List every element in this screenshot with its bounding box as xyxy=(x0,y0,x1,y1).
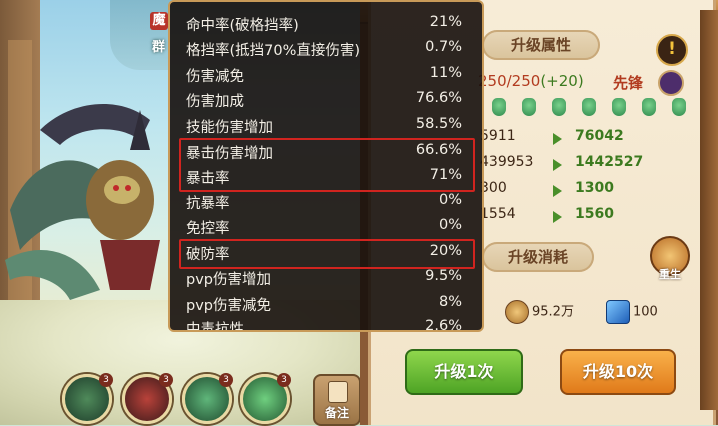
tooltip-value: 2.6% xyxy=(425,318,462,332)
cost-coin-value: 95.2万 xyxy=(532,304,574,320)
attribute-tooltip: 命中率(破格挡率) 21% 格挡率(抵挡70%直接伤害) 0.7% 伤害减免 1… xyxy=(168,0,484,332)
gem-icon xyxy=(672,98,686,116)
tooltip-row: 格挡率(抵挡70%直接伤害) 0.7% xyxy=(184,39,466,61)
arrow-right-icon xyxy=(553,159,562,171)
stat-old-value: 1554 xyxy=(480,206,516,222)
tooltip-label: 伤害减免 xyxy=(186,69,244,85)
arrow-right-icon xyxy=(553,211,562,223)
gem-icon xyxy=(582,98,596,116)
cost-crystal: 100 xyxy=(606,300,658,324)
armor-break-highlight-box xyxy=(179,239,475,269)
tooltip-value: 8% xyxy=(438,294,462,310)
tooltip-row: 伤害加成 76.6% xyxy=(184,90,466,112)
stat-row: 5911 76042 xyxy=(470,128,700,150)
skill-slot-1[interactable]: 3 xyxy=(62,373,113,424)
hero-title-tag: 魔 群 xyxy=(112,6,168,56)
hero-monster-figure xyxy=(5,103,160,300)
tooltip-label: pvp伤害增加 xyxy=(186,272,271,288)
tooltip-value: 11% xyxy=(429,65,462,81)
stat-new-value: 1442527 xyxy=(575,154,644,170)
hero-tag-top: 魔 xyxy=(150,12,168,30)
tooltip-value: 21% xyxy=(429,14,462,30)
skill-level-badge: 3 xyxy=(219,373,233,387)
gem-icon xyxy=(552,98,566,116)
star-gems-row xyxy=(478,98,698,118)
gem-icon xyxy=(492,98,506,116)
tooltip-row: 伤害减免 11% xyxy=(184,65,466,87)
stat-old-value: 439953 xyxy=(480,154,534,170)
level-plus: (+20) xyxy=(540,72,584,90)
tooltip-row: pvp伤害增加 9.5% xyxy=(184,268,466,290)
skill-bar: 3 3 3 3 xyxy=(62,373,322,424)
stat-new-value: 1300 xyxy=(575,180,614,196)
tooltip-row: 免控率 0% xyxy=(184,217,466,239)
upgrade-ten-button[interactable]: 升级10次 xyxy=(560,349,676,395)
tooltip-label: 伤害加成 xyxy=(186,94,244,110)
rebirth-label: 重生 xyxy=(659,268,681,281)
stat-row: 300 1300 xyxy=(470,180,700,202)
skill-level-badge: 3 xyxy=(159,373,173,387)
level-value: 250/250 xyxy=(478,72,541,90)
gem-icon xyxy=(522,98,536,116)
tooltip-value: 9.5% xyxy=(425,268,462,284)
crit-highlight-box xyxy=(179,138,475,192)
gem-icon xyxy=(612,98,626,116)
stat-new-value: 1560 xyxy=(575,206,614,222)
tooltip-label: 抗暴率 xyxy=(186,196,230,212)
upgrade-cost-header: 升级消耗 xyxy=(482,242,594,272)
tooltip-value: 0% xyxy=(438,192,462,208)
note-label: 备注 xyxy=(324,406,349,420)
tooltip-row: 命中率(破格挡率) 21% xyxy=(184,14,466,36)
stat-old-value: 5911 xyxy=(480,128,516,144)
note-button[interactable]: 备注 xyxy=(313,374,361,426)
skill-slot-4[interactable]: 3 xyxy=(240,373,291,424)
stat-row: 1554 1560 xyxy=(470,206,700,228)
upgrade-once-button[interactable]: 升级1次 xyxy=(405,349,523,395)
cost-crystal-value: 100 xyxy=(633,304,658,320)
tooltip-row: 技能伤害增加 58.5% xyxy=(184,116,466,138)
skill-level-badge: 3 xyxy=(99,373,113,387)
cost-coin: 95.2万 xyxy=(505,300,574,324)
note-icon xyxy=(328,381,348,403)
tooltip-value: 0.7% xyxy=(425,39,462,55)
skill-slot-3[interactable]: 3 xyxy=(182,373,233,424)
tooltip-row: 抗暴率 0% xyxy=(184,192,466,214)
tooltip-label: 免控率 xyxy=(186,221,230,237)
tooltip-label: 中毒抗性 xyxy=(186,322,244,332)
skill-slot-2[interactable]: 3 xyxy=(122,373,173,424)
crossed-swords-icon xyxy=(658,70,684,96)
tooltip-label: 技能伤害增加 xyxy=(186,120,273,136)
skill-level-badge: 3 xyxy=(277,373,291,387)
stat-old-value: 300 xyxy=(480,180,507,196)
tooltip-row: 中毒抗性 2.6% xyxy=(184,318,466,332)
warning-icon[interactable]: ! xyxy=(656,34,688,66)
role-label: 先锋 xyxy=(613,74,644,92)
tooltip-label: 命中率(破格挡率) xyxy=(186,18,299,34)
crystal-icon xyxy=(606,300,630,324)
upgrade-attr-header: 升级属性 xyxy=(482,30,600,60)
tooltip-label: pvp伤害减免 xyxy=(186,298,271,314)
stat-new-value: 76042 xyxy=(575,128,624,144)
panel-right-frame xyxy=(700,10,718,410)
arrow-right-icon xyxy=(553,185,562,197)
tooltip-row: pvp伤害减免 8% xyxy=(184,294,466,316)
stat-row: 439953 1442527 xyxy=(470,154,700,176)
tooltip-label: 格挡率(抵挡70%直接伤害) xyxy=(186,43,361,59)
arrow-right-icon xyxy=(553,133,562,145)
tooltip-value: 0% xyxy=(438,217,462,233)
gem-icon xyxy=(642,98,656,116)
tooltip-value: 58.5% xyxy=(415,116,462,132)
coin-icon xyxy=(505,300,529,324)
tooltip-value: 76.6% xyxy=(415,90,462,106)
level-progress: 250/250(+20) xyxy=(478,72,584,90)
